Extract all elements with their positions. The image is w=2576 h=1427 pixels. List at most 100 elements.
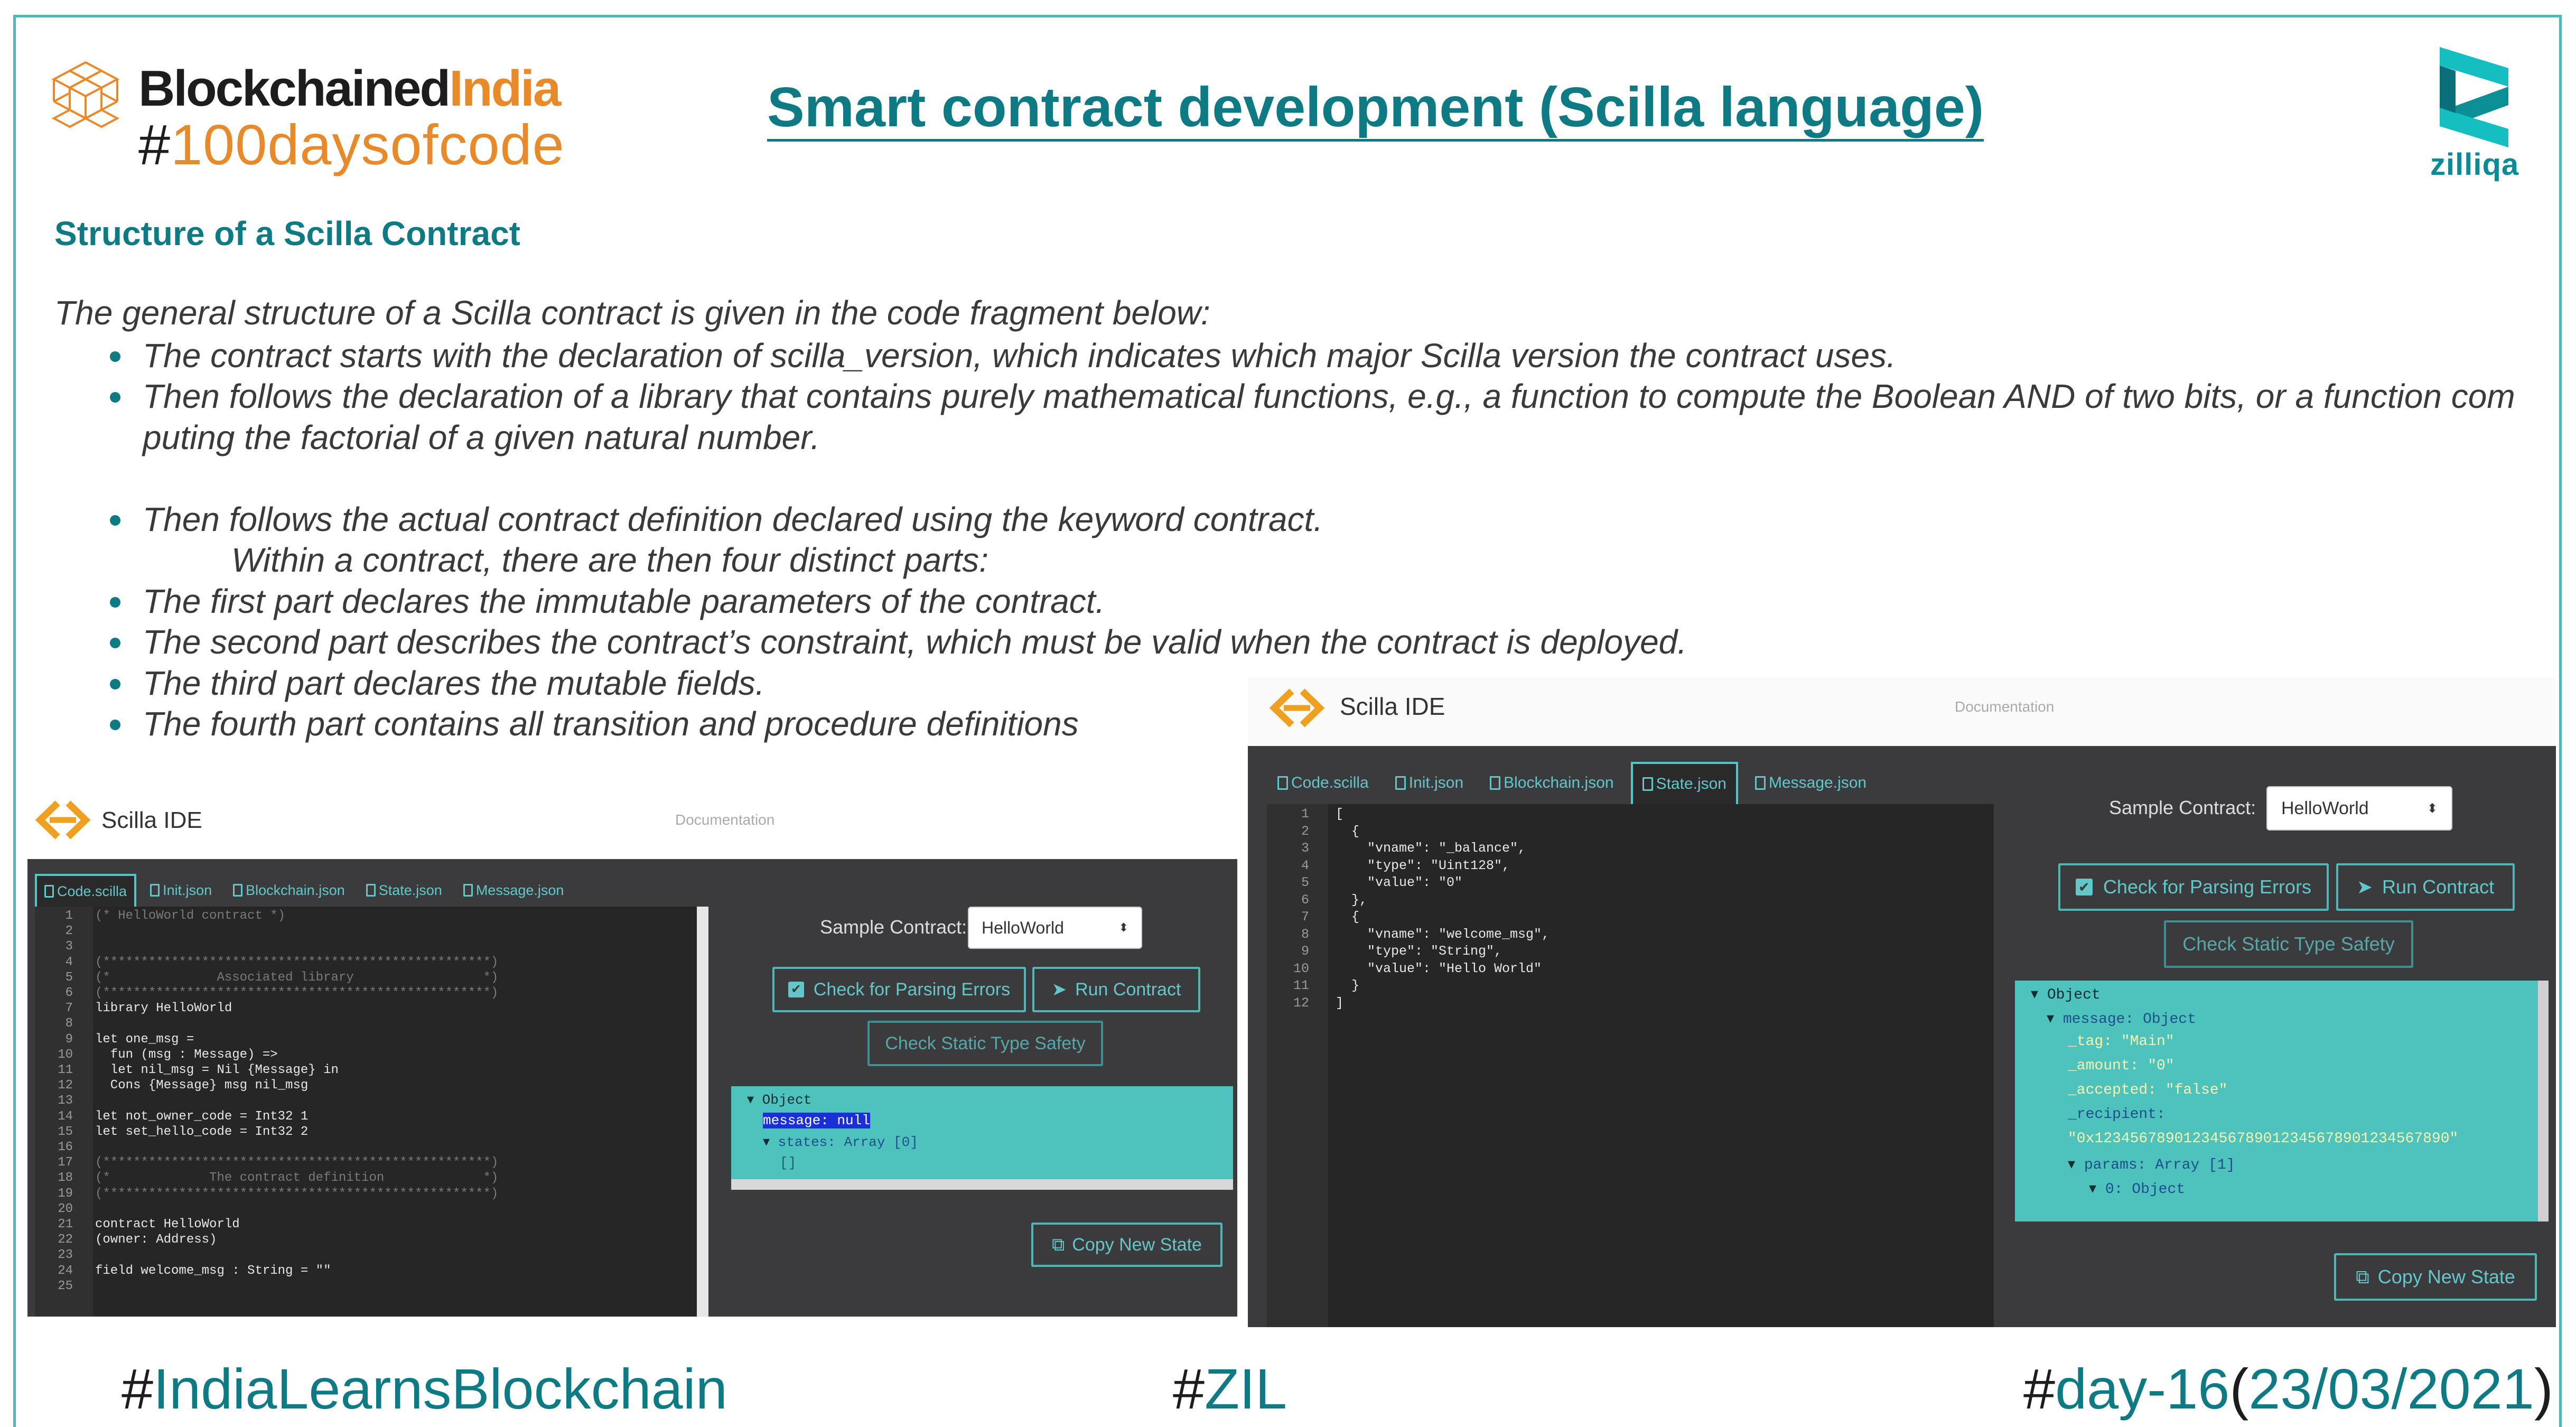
file-icon (150, 884, 160, 897)
code-line: field welcome_msg : String = "" (95, 1263, 331, 1278)
state-root: ▾ Object (747, 1092, 812, 1108)
bullet-item: Then follows the declaration of a librar… (110, 376, 2515, 417)
code-line: (***************************************… (95, 1155, 499, 1170)
state-text: _recipient: (2068, 1106, 2166, 1123)
line-number: 15 (58, 1124, 73, 1139)
tab-label: Code.scilla (57, 883, 127, 899)
code-editor[interactable]: 1 [2 {3 "vname": "_balance", 4 "type": "Ui… (1267, 804, 1994, 1327)
code-line: { (1336, 909, 1360, 925)
ide-workspace: Code.scilla Init.json Blockchain.json State… (1248, 746, 2556, 1327)
check-static-type-safety-button[interactable]: Check Static Type Safety (2164, 920, 2413, 968)
state-line: ▾ message: Object (2047, 1009, 2196, 1028)
line-number: 25 (58, 1279, 73, 1293)
tab-label: Blockchain.json (246, 882, 345, 898)
line-number: 1 (65, 909, 73, 923)
line-number: 12 (58, 1078, 73, 1093)
tab-state-json[interactable]: State.json (1630, 762, 1738, 804)
code-line: (* The contract definition *) (95, 1171, 499, 1186)
tab-code-scilla[interactable]: Code.scilla (1268, 762, 1378, 804)
sample-contract-label: Sample Contract: (2109, 797, 2256, 818)
code-line: (***************************************… (95, 986, 499, 1000)
tab-message-json[interactable]: Message.json (456, 874, 572, 907)
code-line: (owner: Address) (95, 1233, 217, 1247)
ide-header: Scilla IDE Documentation (1248, 677, 2556, 746)
expand-arrow-icon[interactable]: ▾ (2068, 1157, 2084, 1173)
tab-message-json[interactable]: Message.json (1746, 762, 1876, 804)
paren-open: ( (2229, 1357, 2249, 1421)
tab-init-json[interactable]: Init.json (143, 874, 219, 907)
tab-state-json[interactable]: State.json (359, 874, 450, 907)
hashtag-text: day-16 (2055, 1357, 2230, 1421)
tab-blockchain-json[interactable]: Blockchain.json (226, 874, 352, 907)
tab-label: Message.json (475, 882, 564, 898)
bullet-item: Then follows the actual contract definit… (110, 499, 1323, 540)
bullet-item: The contract starts with the declaration… (110, 335, 1896, 376)
line-number: 12 (1293, 995, 1309, 1011)
tab-code-scilla[interactable]: Code.scilla (35, 874, 137, 907)
bullet-dot-icon (110, 351, 120, 362)
line-number: 2 (1301, 823, 1309, 839)
bullet-text: Within a contract, there are then four d… (231, 541, 988, 579)
bullet-dot-icon (110, 679, 120, 689)
state-line: ▾ 0: Object (2089, 1179, 2185, 1198)
checkbox-icon: ✔ (2075, 879, 2093, 896)
line-number: 22 (58, 1233, 73, 1247)
state-text: message: Object (2062, 1011, 2196, 1028)
file-icon (366, 884, 376, 897)
tab-blockchain-json[interactable]: Blockchain.json (1480, 762, 1623, 804)
run-contract-button[interactable]: ➤ Run Contract (1032, 967, 1200, 1012)
file-icon (1755, 776, 1766, 790)
tab-label: Message.json (1769, 774, 1867, 791)
code-line: let not_owner_code = Int32 1 (95, 1109, 309, 1124)
line-number: 4 (1301, 857, 1309, 873)
run-contract-button[interactable]: ➤ Run Contract (2336, 863, 2515, 911)
editor-scrollbar[interactable] (697, 907, 708, 1317)
state-line: states: Array [0] (778, 1134, 918, 1150)
check-parsing-errors-button[interactable]: ✔ Check for Parsing Errors (772, 967, 1026, 1012)
paper-plane-icon: ➤ (1051, 980, 1067, 1000)
footer-hashtag-day: #day-16(23/03/2021) (2023, 1360, 2553, 1417)
tab-label: Init.json (1408, 774, 1464, 791)
checkbox-icon: ✔ (788, 982, 804, 997)
state-scrollbar[interactable] (2538, 981, 2549, 1221)
state-text: "0x1234567890123456789012345678901234567… (2068, 1131, 2459, 1147)
bullet-item: The first part declares the immutable pa… (110, 581, 1105, 622)
state-output-panel[interactable]: ▾ Object message: null ▾ states: Array [… (731, 1086, 1233, 1190)
documentation-link[interactable]: Documentation (675, 812, 774, 828)
line-number: 3 (65, 939, 73, 954)
line-number: 19 (58, 1186, 73, 1201)
code-editor[interactable]: 1 (* HelloWorld contract *) 2 3 4 (**********… (35, 907, 708, 1317)
code-line: let set_hello_code = Int32 2 (95, 1124, 309, 1139)
expand-arrow-icon[interactable]: ▾ (2089, 1181, 2105, 1198)
state-output-panel[interactable]: ▾ Object ▾ message: Object _tag: "Main" _am… (2015, 981, 2549, 1221)
scilla-ide-logo-icon (1269, 688, 1325, 728)
brand-hashtag: #100daysofcode (138, 116, 565, 173)
line-number: 4 (65, 955, 73, 969)
state-line: ▾ params: Array [1] (2068, 1155, 2235, 1173)
expand-arrow-icon[interactable]: ▾ (2031, 987, 2047, 1003)
line-number: 10 (58, 1047, 73, 1062)
check-parsing-errors-button[interactable]: ✔ Check for Parsing Errors (2058, 863, 2329, 911)
footer-hashtag-zil: #ZIL (1173, 1360, 1287, 1417)
state-scrollbar[interactable] (731, 1179, 1233, 1190)
hashtag-text: ZIL (1205, 1357, 1287, 1421)
sample-contract-select[interactable]: HelloWorld ⬍ (2266, 786, 2452, 831)
documentation-link[interactable]: Documentation (1955, 698, 2054, 715)
sample-contract-label: Sample Contract: (820, 916, 967, 938)
line-number: 2 (65, 924, 73, 939)
footer-date: 23/03/2021 (2248, 1357, 2534, 1421)
tab-label: Init.json (163, 882, 212, 898)
code-line: let one_msg = (95, 1032, 194, 1047)
copy-new-state-label: Copy New State (1072, 1234, 1202, 1255)
line-number: 7 (1301, 909, 1309, 925)
copy-new-state-button[interactable]: ⧉ Copy New State (2334, 1253, 2537, 1301)
check-static-type-safety-button[interactable]: Check Static Type Safety (867, 1021, 1103, 1066)
line-number: 6 (1301, 892, 1309, 908)
copy-new-state-button[interactable]: ⧉ Copy New State (1031, 1223, 1222, 1267)
bullet-text: The fourth part contains all transition … (143, 705, 1079, 743)
tab-init-json[interactable]: Init.json (1386, 762, 1473, 804)
sample-contract-select[interactable]: HelloWorld ⬍ (968, 907, 1142, 949)
file-icon (233, 884, 243, 897)
file-icon (1490, 776, 1501, 790)
expand-arrow-icon[interactable]: ▾ (2047, 1011, 2063, 1028)
